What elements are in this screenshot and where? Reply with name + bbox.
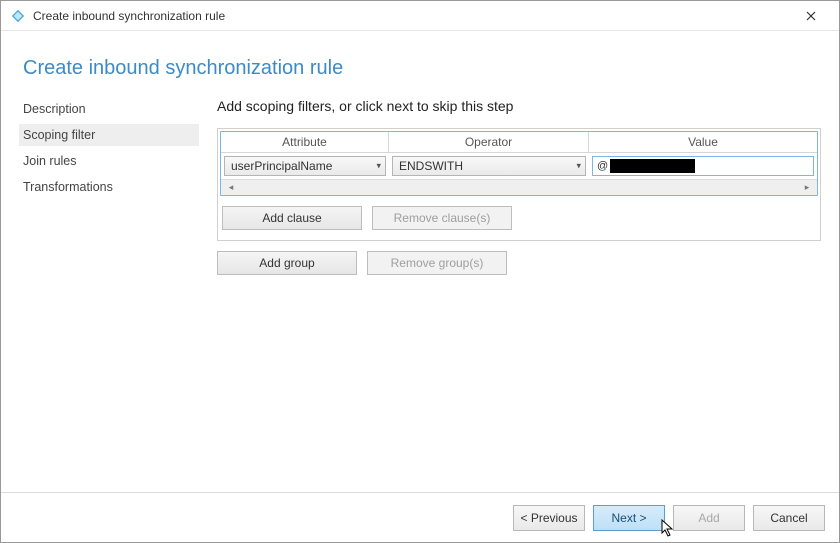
window-title: Create inbound synchronization rule — [33, 9, 225, 23]
remove-group-button[interactable]: Remove group(s) — [367, 251, 507, 275]
close-icon — [806, 11, 816, 21]
scroll-left-arrow-icon[interactable]: ◂ — [224, 182, 238, 194]
value-redacted — [610, 159, 695, 173]
header-operator: Operator — [389, 132, 589, 153]
app-icon — [11, 9, 25, 23]
filter-group-box: Attribute Operator Value userPrincipalNa… — [217, 128, 821, 241]
header-value: Value — [589, 132, 817, 153]
grid-header-row: Attribute Operator Value — [221, 132, 817, 153]
add-group-button[interactable]: Add group — [217, 251, 357, 275]
footer-button-bar: < Previous Next > Add Cancel — [1, 492, 839, 542]
sidebar: Description Scoping filter Join rules Tr… — [19, 98, 199, 492]
sidebar-item-transformations[interactable]: Transformations — [19, 176, 199, 198]
header-attribute: Attribute — [221, 132, 389, 153]
value-input[interactable]: @ — [592, 156, 814, 176]
chevron-down-icon: ▾ — [576, 161, 581, 172]
group-button-row: Add group Remove group(s) — [217, 251, 821, 275]
clause-grid: Attribute Operator Value userPrincipalNa… — [220, 131, 818, 196]
add-button[interactable]: Add — [673, 505, 745, 531]
title-bar: Create inbound synchronization rule — [1, 1, 839, 31]
clause-row: userPrincipalName ▾ ENDSWITH ▾ @ — [221, 153, 817, 179]
previous-button[interactable]: < Previous — [513, 505, 585, 531]
instruction-text: Add scoping filters, or click next to sk… — [217, 98, 821, 114]
close-button[interactable] — [791, 2, 831, 30]
page-title: Create inbound synchronization rule — [23, 57, 821, 80]
sidebar-item-join-rules[interactable]: Join rules — [19, 150, 199, 172]
remove-clause-button[interactable]: Remove clause(s) — [372, 206, 512, 230]
scroll-right-arrow-icon[interactable]: ▸ — [800, 182, 814, 194]
sidebar-item-description[interactable]: Description — [19, 98, 199, 120]
operator-dropdown[interactable]: ENDSWITH ▾ — [392, 156, 586, 176]
sidebar-item-scoping-filter[interactable]: Scoping filter — [19, 124, 199, 146]
chevron-down-icon: ▾ — [376, 161, 381, 172]
dialog-body: Create inbound synchronization rule Desc… — [1, 31, 839, 492]
main-panel: Add scoping filters, or click next to sk… — [199, 98, 821, 492]
dialog-window: Create inbound synchronization rule Crea… — [0, 0, 840, 543]
attribute-dropdown[interactable]: userPrincipalName ▾ — [224, 156, 386, 176]
add-clause-button[interactable]: Add clause — [222, 206, 362, 230]
next-button[interactable]: Next > — [593, 505, 665, 531]
value-prefix: @ — [597, 160, 608, 172]
attribute-selected: userPrincipalName — [231, 159, 332, 173]
horizontal-scrollbar[interactable]: ◂ ▸ — [221, 179, 817, 195]
cancel-button[interactable]: Cancel — [753, 505, 825, 531]
content-row: Description Scoping filter Join rules Tr… — [19, 98, 821, 492]
operator-selected: ENDSWITH — [399, 159, 463, 173]
clause-button-row: Add clause Remove clause(s) — [220, 206, 818, 230]
